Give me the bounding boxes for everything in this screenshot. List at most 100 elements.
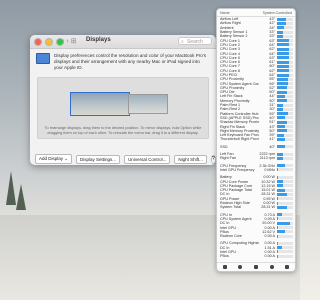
- sensor-bar: [277, 39, 293, 43]
- info-section: Display preferences control the resoluti…: [36, 53, 210, 71]
- nav-buttons: ‹ › ⊞: [62, 37, 77, 46]
- sensor-bar: [277, 43, 293, 47]
- sensor-value: 0.00 A: [264, 254, 275, 259]
- sensor-value: 40°: [269, 144, 275, 149]
- info-icon[interactable]: [238, 265, 243, 269]
- sensor-row[interactable]: System Total 28.31 W: [217, 205, 295, 209]
- close-button[interactable]: [34, 38, 42, 46]
- sensor-label: Radeon Core: [220, 234, 242, 239]
- wallpaper-tree: [6, 171, 16, 205]
- panel-header: Name System Controlled: [217, 9, 295, 17]
- sensor-value: 2113 rpm: [259, 156, 275, 161]
- sensor-bar: [277, 197, 293, 201]
- sensor-bar: [277, 188, 293, 192]
- sensor-bar: [277, 133, 293, 137]
- sensor-label: SSD: [220, 144, 228, 149]
- sensor-bar-fill: [277, 116, 285, 120]
- sensor-bar: [277, 103, 293, 107]
- sensor-bar: [277, 129, 293, 133]
- sensor-bar-fill: [277, 221, 290, 225]
- sensor-bar: [277, 180, 293, 184]
- sensor-value: 28.31 W: [261, 205, 275, 210]
- sensor-bar: [277, 34, 293, 38]
- back-arrow-icon[interactable]: ‹: [62, 37, 64, 46]
- universal-control-button[interactable]: Universal Control...: [124, 154, 171, 164]
- sensor-bar: [277, 241, 293, 245]
- sensor-bar: [277, 201, 293, 205]
- sensor-bar: [277, 120, 293, 124]
- search-field[interactable]: ⌕ Search: [178, 37, 212, 45]
- sensor-bar-fill: [277, 103, 283, 107]
- settings-icon[interactable]: [253, 265, 258, 269]
- sensor-bar-fill: [277, 120, 287, 124]
- sensor-label: PBus: [220, 254, 229, 259]
- sensor-bar: [277, 30, 293, 34]
- grid-icon[interactable]: ⊞: [71, 37, 77, 46]
- sensor-row[interactable]: Intel GPU Frequency 0 MHz: [217, 168, 295, 172]
- sensor-bar: [277, 116, 293, 120]
- sensor-bar: [277, 152, 293, 156]
- minimize-button[interactable]: [45, 38, 53, 46]
- quit-icon[interactable]: [285, 265, 290, 269]
- sensor-value: 41°: [269, 137, 275, 142]
- sensor-label: Intel GPU Frequency: [220, 167, 255, 172]
- forward-arrow-icon[interactable]: ›: [66, 37, 68, 46]
- sensor-bar-fill: [277, 69, 289, 73]
- night-shift-button[interactable]: Night Shift...: [174, 154, 207, 164]
- sensor-row[interactable]: Thunderbolt Right Proximity 41°: [217, 137, 295, 141]
- sensor-bar: [277, 234, 293, 238]
- sensor-bar-fill: [277, 52, 290, 56]
- search-icon: ⌕: [181, 39, 184, 45]
- sensor-bar: [277, 99, 293, 103]
- sensor-bar: [277, 60, 293, 64]
- sensor-bar: [277, 77, 293, 81]
- sensor-bar-fill: [277, 39, 289, 43]
- search-placeholder: Search: [187, 39, 203, 45]
- sensor-bar: [277, 184, 293, 188]
- sensor-bar: [277, 192, 293, 196]
- sensor-bar: [277, 17, 293, 21]
- sensor-bar: [277, 86, 293, 90]
- power-icon[interactable]: [269, 265, 274, 269]
- panel-header-name: Name: [220, 11, 230, 15]
- info-text: Display preferences control the resoluti…: [54, 53, 207, 70]
- sensor-list: Airflow Left 43° Airflow Right 42° Ambient 34…: [217, 17, 295, 261]
- add-display-button[interactable]: Add Display ⌄: [35, 154, 73, 164]
- display-settings-button[interactable]: Display Settings...: [76, 154, 121, 164]
- window-bottom-bar: Add Display ⌄ Display Settings... Univer…: [30, 153, 216, 165]
- stop-icon[interactable]: [222, 265, 227, 269]
- sensor-bar: [277, 73, 293, 77]
- display-icon: [36, 53, 50, 64]
- sensor-panel: Name System Controlled Airflow Left 43° Ai…: [216, 8, 296, 272]
- built-in-display-thumbnail[interactable]: [70, 92, 130, 116]
- sensor-bar: [277, 64, 293, 68]
- panel-header-mode[interactable]: System Controlled: [263, 11, 292, 15]
- sensor-bar: [277, 82, 293, 86]
- external-display-thumbnail[interactable]: [128, 94, 168, 114]
- sensor-row[interactable]: Right Fan 2113 rpm: [217, 156, 295, 160]
- sensor-bar-fill: [277, 156, 284, 160]
- sensor-bar-fill: [277, 125, 286, 129]
- sensor-label: Thunderbolt Right Proximity: [220, 137, 259, 142]
- sensor-bar: [277, 168, 293, 172]
- help-icon[interactable]: ?: [210, 154, 216, 164]
- sensor-bar: [277, 213, 293, 217]
- sensor-bar: [277, 137, 293, 141]
- displays-window: ‹ › ⊞ Displays ⌕ Search Display preferen…: [30, 35, 216, 165]
- sensor-bar: [277, 90, 293, 94]
- sensor-bar-fill: [277, 56, 289, 60]
- panel-footer: [217, 262, 295, 271]
- sensor-bar-fill: [277, 133, 285, 137]
- sensor-row[interactable]: Radeon Core 0.00 A: [217, 234, 295, 238]
- sensor-bar-fill: [277, 26, 284, 30]
- sensor-bar-fill: [277, 152, 284, 156]
- sensor-row[interactable]: SSD 40°: [217, 145, 295, 149]
- sensor-bar-fill: [277, 213, 282, 217]
- sensor-bar: [277, 94, 293, 98]
- sensor-bar: [277, 250, 293, 254]
- sensor-bar: [277, 156, 293, 160]
- sensor-row[interactable]: PBus 0.00 A: [217, 254, 295, 258]
- sensor-bar-fill: [277, 188, 285, 192]
- sensor-bar-fill: [277, 192, 287, 196]
- window-titlebar: ‹ › ⊞ Displays ⌕ Search: [30, 35, 216, 49]
